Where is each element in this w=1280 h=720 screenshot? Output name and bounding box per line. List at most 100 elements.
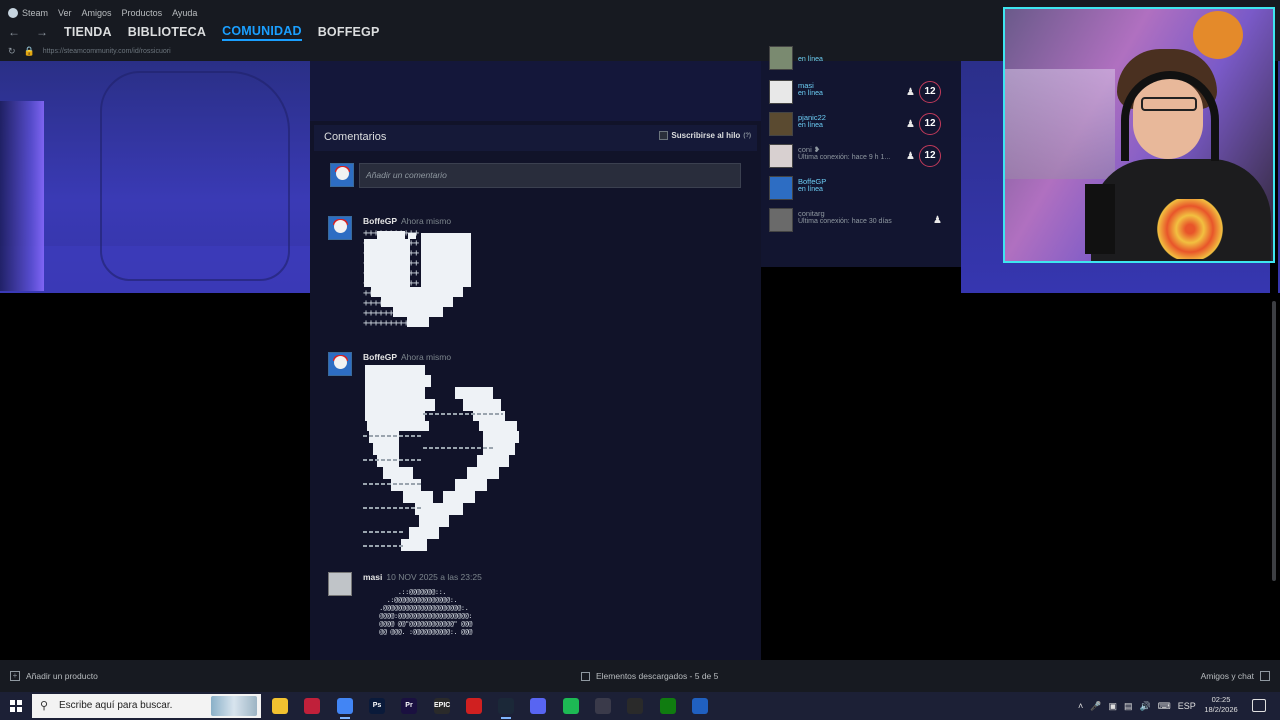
reload-icon[interactable]: ↻ [8, 46, 16, 57]
friend-name: coni ❥ [798, 145, 821, 154]
ascii-braille-art: .::@@@@@@@::. .:@@@@@@@@@@@@@@@:. .@@@@@… [379, 588, 473, 636]
windows-start-icon[interactable] [10, 700, 22, 712]
bh-row [367, 421, 429, 431]
friend-row[interactable]: BoffeGP en línea [769, 175, 954, 201]
chevron-up-icon[interactable]: ˄ [1078, 701, 1083, 711]
scrollbar-thumb[interactable] [1272, 301, 1276, 581]
tab-tienda[interactable]: TIENDA [64, 25, 112, 39]
bh-row [483, 431, 519, 443]
menu-amigos[interactable]: Amigos [82, 8, 112, 18]
friend-level-badge: 12 [919, 81, 941, 103]
photoshop-icon[interactable]: Ps [369, 698, 385, 714]
opera-gx-icon[interactable] [304, 698, 320, 714]
steam-menu[interactable]: Steam [8, 8, 48, 19]
webcam-overlay [1003, 7, 1275, 263]
system-tray: ˄ 🎤 ▣ ▤ 🔊 ⌨ ESP [1078, 692, 1196, 720]
downloads-button[interactable]: Elementos descargados - 5 de 5 [581, 671, 718, 681]
subscribe-label: Suscribirse al hilo [671, 131, 741, 140]
search-placeholder: Escribe aquí para buscar. [59, 700, 173, 711]
ascii-broken-heart-art [363, 365, 523, 557]
subscribe-checkbox[interactable] [659, 131, 669, 140]
forward-arrow-icon[interactable]: → [36, 25, 48, 39]
back-arrow-icon[interactable]: ← [8, 25, 20, 39]
bh-row [365, 399, 435, 411]
downloads-label: Elementos descargados - 5 de 5 [596, 671, 719, 681]
comment-thread: Comentarios Suscribirse al hilo (?) Añad… [310, 61, 761, 660]
friend-status: en línea [798, 186, 823, 193]
bh-row [365, 365, 425, 375]
app-icon[interactable] [595, 698, 611, 714]
add-product-button[interactable]: + Añadir un producto [10, 671, 98, 681]
bh-row [373, 443, 399, 455]
comment-avatar[interactable] [328, 572, 352, 596]
comment-input[interactable]: Añadir un comentario [359, 163, 741, 188]
menu-productos[interactable]: Productos [122, 8, 163, 18]
clock-time: 02:25 [1211, 695, 1231, 704]
bh-dash [363, 545, 403, 547]
friend-row[interactable]: pjanic22 en línea ♟ 12 [769, 111, 954, 137]
comment-author: masi 10 NOV 2025 a las 23:25 [363, 572, 482, 582]
friend-row[interactable]: conitarg Última conexión: hace 30 días ♟ [769, 207, 954, 233]
friends-chat-button[interactable]: Amigos y chat [1201, 671, 1270, 681]
heart-body-3 [393, 307, 443, 317]
red-app-icon[interactable] [466, 698, 482, 714]
network-icon[interactable]: ▣ [1108, 701, 1117, 712]
taskbar-clock[interactable]: 02:25 18/2/2026 [1200, 695, 1242, 715]
comment-author-name[interactable]: BoffeGP [363, 352, 397, 362]
wifi-icon[interactable]: ▤ [1124, 701, 1133, 712]
friend-row[interactable]: coni ❥ Última conexión: hace 9 h 1... ♟ … [769, 143, 954, 169]
download-icon [581, 671, 590, 681]
heart-left-lobe [364, 239, 410, 287]
heart-body-2 [381, 297, 453, 307]
xbox-icon[interactable] [660, 698, 676, 714]
keyboard-icon[interactable]: ⌨ [1158, 701, 1171, 712]
url-text[interactable]: https://steamcommunity.com/id/rossicuori [43, 48, 171, 55]
steam-bottom-bar: + Añadir un producto Elementos descargad… [0, 660, 1280, 692]
discord-icon[interactable] [530, 698, 546, 714]
bh-row [479, 421, 517, 431]
spotify-icon[interactable] [563, 698, 579, 714]
comment-avatar[interactable] [328, 216, 352, 240]
menu-ver[interactable]: Ver [58, 8, 72, 18]
taskbar-search[interactable]: ⚲ Escribe aquí para buscar. [32, 694, 261, 718]
notification-icon[interactable] [1252, 699, 1266, 712]
friend-name: pjanic22 [798, 113, 826, 122]
nav-row: ← → TIENDA BIBLIOTECA COMUNIDAD BOFFEGP [8, 22, 380, 42]
heart-body-1 [371, 287, 463, 297]
microphone-icon[interactable]: 🎤 [1090, 701, 1101, 712]
tab-biblioteca[interactable]: BIBLIOTECA [128, 25, 206, 39]
app2-icon[interactable] [692, 698, 708, 714]
search-icon: ⚲ [40, 700, 49, 712]
steam-icon[interactable] [498, 698, 514, 719]
language-indicator[interactable]: ESP [1178, 701, 1196, 711]
friend-row[interactable]: masi en línea ♟ 12 [769, 79, 954, 105]
tab-boffegp[interactable]: BOFFEGP [318, 25, 380, 39]
bh-row [365, 375, 431, 387]
tab-comunidad[interactable]: COMUNIDAD [222, 24, 302, 41]
bh-dash [363, 459, 423, 461]
bh-dash [363, 483, 423, 485]
person-icon: ♟ [933, 215, 942, 226]
comment-author-name[interactable]: BoffeGP [363, 216, 397, 226]
chrome-icon[interactable] [337, 698, 353, 719]
menu-ayuda[interactable]: Ayuda [172, 8, 197, 18]
chat-icon [1260, 671, 1270, 681]
comment-avatar[interactable] [328, 352, 352, 376]
help-marker[interactable]: (?) [743, 133, 751, 139]
volume-icon[interactable]: 🔊 [1140, 701, 1151, 712]
comment-time: Ahora mismo [401, 352, 452, 362]
comment-author: BoffeGP Ahora mismo [363, 216, 451, 226]
premiere-icon[interactable]: Pr [401, 698, 417, 714]
epic-games-icon[interactable]: EPIC [434, 698, 450, 714]
file-explorer-icon[interactable] [272, 698, 288, 714]
obs-icon[interactable] [627, 698, 643, 714]
friend-status: en línea [798, 122, 823, 129]
webcam-microphone [1085, 184, 1115, 254]
menu-bar: Steam Ver Amigos Productos Ayuda [8, 6, 197, 20]
bh-row [369, 431, 399, 443]
subscribe-toggle[interactable]: Suscribirse al hilo (?) [659, 131, 751, 140]
friend-row-partial[interactable]: en línea [769, 45, 954, 71]
friends-sidebar: en línea masi en línea ♟ 12 pjanic22 en … [761, 46, 961, 267]
comment-author-name[interactable]: masi [363, 572, 382, 582]
my-avatar[interactable] [330, 163, 354, 187]
